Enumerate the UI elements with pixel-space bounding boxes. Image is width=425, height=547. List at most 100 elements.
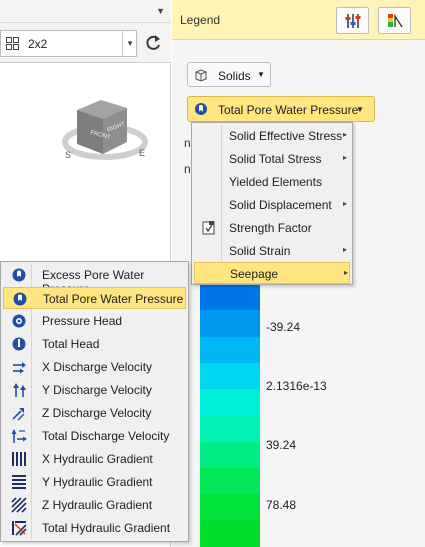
submenu-arrow-icon: ▸ — [343, 130, 348, 139]
menu-item-label: Strength Factor — [229, 221, 312, 235]
submenu-arrow-icon: ▸ — [343, 245, 348, 254]
menu-item-seepage[interactable]: Seepage ▸ — [194, 262, 350, 284]
menu-item-total-head[interactable]: Total Head — [3, 333, 186, 355]
legend-settings-button[interactable] — [336, 7, 369, 34]
submenu-arrow-icon: ▸ — [343, 153, 348, 162]
solids-label: Solids — [218, 69, 251, 83]
scale-tick-label: -39.24 — [266, 320, 301, 334]
legend-stub-label: n — [184, 162, 191, 176]
legend-header: Legend — [172, 0, 425, 40]
menu-item-y-discharge-velocity[interactable]: Y Discharge Velocity — [3, 379, 186, 401]
menu-item-strength-factor[interactable]: Strength Factor — [194, 217, 350, 239]
sliders-icon — [345, 14, 361, 28]
menu-item-label: Pressure Head — [42, 314, 123, 328]
x-gradient-icon — [12, 452, 26, 466]
menu-item-label: Total Discharge Velocity — [42, 429, 170, 443]
layout-select[interactable]: 2x2 ▼ — [0, 30, 137, 57]
view-cube[interactable]: FRONT RIGHT S E — [55, 90, 155, 170]
menu-item-label: X Hydraulic Gradient — [42, 452, 153, 466]
scale-tick-label: 2.1316e-13 — [266, 379, 327, 393]
chevron-down-icon: ▼ — [356, 105, 364, 114]
submenu-arrow-icon: ▸ — [344, 268, 349, 277]
y-velocity-icon — [13, 383, 26, 397]
menu-item-label: X Discharge Velocity — [42, 360, 153, 374]
menu-item-total-discharge-velocity[interactable]: Total Discharge Velocity — [3, 425, 186, 447]
compass-east: E — [139, 148, 145, 158]
legend-stub-label: n — [184, 136, 191, 150]
solids-dropdown[interactable]: Solids ▼ — [187, 62, 271, 87]
menu-item-z-hydraulic-gradient[interactable]: Z Hydraulic Gradient — [3, 494, 186, 516]
x-velocity-icon — [13, 362, 26, 374]
scale-tick-label: 39.24 — [266, 438, 297, 452]
chevron-down-icon[interactable]: ▼ — [156, 6, 165, 16]
menu-item-label: Total Hydraulic Gradient — [42, 521, 171, 535]
menu-item-x-discharge-velocity[interactable]: X Discharge Velocity — [3, 356, 186, 378]
category-menu: Solid Effective Stress ▸ Solid Total Str… — [191, 122, 353, 285]
total-head-icon — [12, 337, 26, 351]
menu-item-solid-displacement[interactable]: Solid Displacement ▸ — [194, 194, 350, 216]
menu-item-label: Solid Total Stress — [229, 152, 322, 166]
y-gradient-icon — [12, 475, 26, 489]
layout-toolbar: 2x2 ▼ — [0, 23, 171, 63]
menu-item-pressure-head[interactable]: Pressure Head — [3, 310, 186, 332]
menu-item-total-pore-water-pressure[interactable]: Total Pore Water Pressure — [3, 287, 186, 309]
color-band — [200, 415, 260, 443]
color-band — [200, 389, 260, 416]
color-band — [200, 494, 260, 522]
menu-item-yielded-elements[interactable]: Yielded Elements — [194, 171, 350, 193]
total-gradient-icon — [12, 521, 27, 536]
color-band — [200, 362, 260, 390]
color-band — [200, 441, 260, 469]
solid-cube-icon — [195, 69, 207, 82]
pore-pressure-icon — [13, 292, 27, 306]
pore-pressure-icon — [12, 268, 26, 282]
menu-item-label: Z Discharge Velocity — [42, 406, 152, 420]
menu-item-label: Y Discharge Velocity — [42, 383, 152, 397]
select-divider — [122, 31, 123, 56]
menu-item-solid-total-stress[interactable]: Solid Total Stress ▸ — [194, 148, 350, 170]
seepage-menu: Excess Pore Water Pressure Total Pore Wa… — [0, 261, 189, 542]
z-gradient-icon — [11, 497, 27, 513]
menu-item-label: Total Head — [42, 337, 100, 351]
color-band — [200, 310, 260, 338]
quantity-label: Total Pore Water Pressure — [218, 103, 359, 117]
color-band — [200, 336, 260, 364]
chevron-down-icon: ▼ — [257, 70, 265, 79]
menu-item-label: Y Hydraulic Gradient — [42, 475, 153, 489]
menu-item-label: Seepage — [230, 267, 279, 281]
menu-item-label: Z Hydraulic Gradient — [42, 498, 153, 512]
total-velocity-icon — [11, 429, 27, 443]
quantity-dropdown[interactable]: Total Pore Water Pressure ▼ — [187, 96, 375, 122]
viewport-topbar: ▼ — [0, 0, 171, 23]
scale-tick-label: 78.48 — [266, 498, 297, 512]
submenu-arrow-icon: ▸ — [343, 199, 348, 208]
strength-factor-icon — [202, 221, 215, 235]
menu-item-label: Total Pore Water Pressure — [43, 292, 184, 306]
layout-value: 2x2 — [28, 37, 48, 51]
menu-item-total-hydraulic-gradient[interactable]: Total Hydraulic Gradient — [3, 517, 186, 539]
color-band — [200, 284, 260, 311]
menu-item-x-hydraulic-gradient[interactable]: X Hydraulic Gradient — [3, 448, 186, 470]
legend-colors-button[interactable] — [378, 7, 411, 34]
pore-pressure-icon — [195, 103, 207, 115]
menu-item-z-discharge-velocity[interactable]: Z Discharge Velocity — [3, 402, 186, 424]
color-legend-icon — [388, 13, 403, 28]
menu-item-label: Yielded Elements — [229, 175, 322, 189]
grid-layout-icon — [6, 37, 19, 50]
legend-title: Legend — [180, 13, 221, 27]
z-velocity-icon — [12, 408, 25, 421]
legend-color-scale — [200, 284, 260, 547]
refresh-button[interactable] — [142, 31, 164, 55]
menu-item-solid-strain[interactable]: Solid Strain ▸ — [194, 240, 350, 262]
refresh-icon — [146, 35, 160, 50]
color-band — [200, 468, 260, 495]
compass-south: S — [65, 150, 71, 160]
color-band — [200, 520, 260, 547]
chevron-down-icon: ▼ — [126, 39, 134, 48]
menu-item-solid-effective-stress[interactable]: Solid Effective Stress ▸ — [194, 125, 350, 147]
menu-item-label: Solid Strain — [229, 244, 291, 258]
menu-item-label: Solid Effective Stress — [229, 129, 343, 143]
menu-item-y-hydraulic-gradient[interactable]: Y Hydraulic Gradient — [3, 471, 186, 493]
menu-item-excess-pore-water-pressure[interactable]: Excess Pore Water Pressure — [3, 264, 186, 296]
menu-item-label: Solid Displacement — [229, 198, 332, 212]
